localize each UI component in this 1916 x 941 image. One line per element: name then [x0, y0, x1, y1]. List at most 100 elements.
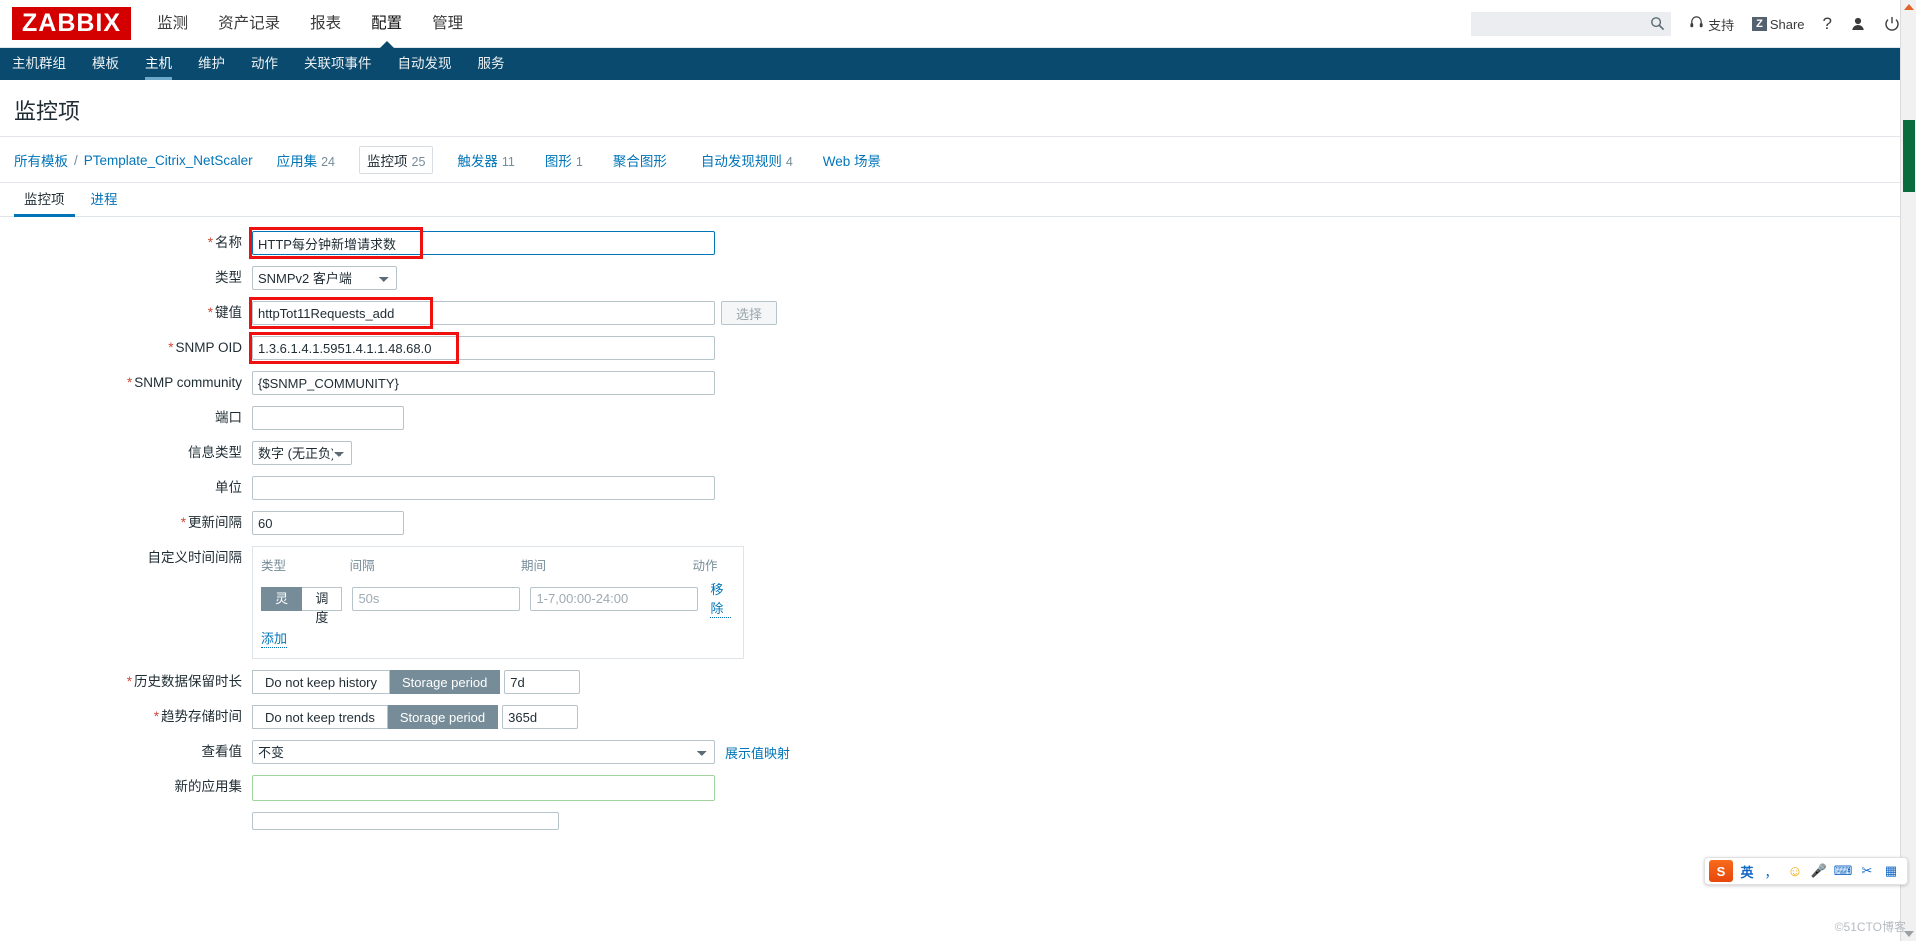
ime-emoji-icon[interactable]: ☺	[1783, 859, 1807, 883]
tab-preprocessing[interactable]: 进程	[81, 188, 128, 216]
sogou-logo-icon[interactable]: S	[1709, 860, 1733, 882]
new-application-input[interactable]	[252, 775, 715, 801]
nav-item-configuration[interactable]: 配置	[371, 0, 402, 48]
port-input[interactable]	[252, 406, 404, 430]
breadcrumb-tab-graphs[interactable]: 图形1	[539, 147, 589, 173]
field-new-application	[252, 775, 715, 801]
column-header-type: 类型	[261, 555, 350, 574]
custom-intervals-header: 类型 间隔 期间 动作	[261, 555, 731, 579]
scrollbar-thumb[interactable]	[1903, 120, 1915, 192]
breadcrumb-tab-items[interactable]: 监控项25	[359, 146, 433, 174]
form-row-history: *历史数据保留时长 Do not keep history Storage pe…	[0, 670, 1900, 694]
label-history: *历史数据保留时长	[0, 670, 252, 694]
column-header-period: 期间	[521, 555, 692, 574]
logout-icon[interactable]	[1884, 16, 1900, 32]
breadcrumb-tab-discovery-rules[interactable]: 自动发现规则4	[695, 147, 799, 173]
trends-do-not-keep-button[interactable]: Do not keep trends	[252, 705, 388, 729]
key-select-button[interactable]: 选择	[721, 301, 777, 325]
nav-item-reports[interactable]: 报表	[310, 0, 341, 48]
subnav-item-host-groups[interactable]: 主机群组	[12, 48, 66, 80]
field-value-map: 不变 展示值映射	[252, 740, 790, 764]
subnav-item-maintenance[interactable]: 维护	[198, 48, 225, 80]
breadcrumb-tab-applications[interactable]: 应用集24	[271, 147, 341, 173]
label-partial	[0, 812, 252, 836]
interval-remove-link[interactable]: 移除	[710, 579, 731, 618]
main-navigation: 监测 资产记录 报表 配置 管理	[157, 0, 493, 48]
form-row-snmp-community: *SNMP community	[0, 371, 1900, 395]
subnav-item-discovery[interactable]: 自动发现	[398, 48, 452, 80]
search-input[interactable]	[1479, 16, 1649, 32]
partial-input[interactable]	[252, 812, 559, 830]
interval-type-scheduling-button[interactable]: 调度	[302, 587, 342, 611]
type-select[interactable]: SNMPv2 客户端	[252, 266, 397, 290]
label-custom-intervals: 自定义时间间隔	[0, 546, 252, 570]
interval-add-link[interactable]: 添加	[261, 628, 287, 648]
support-link[interactable]: 支持	[1689, 15, 1734, 34]
subnav-item-actions[interactable]: 动作	[251, 48, 278, 80]
required-marker: *	[127, 674, 132, 689]
field-snmp-oid	[252, 336, 715, 360]
ime-language-icon[interactable]: 英	[1735, 859, 1759, 883]
label-type: 类型	[0, 266, 252, 290]
history-storage-period-button[interactable]: Storage period	[390, 670, 500, 694]
ime-microphone-icon[interactable]: 🎤	[1807, 859, 1831, 883]
zabbix-logo[interactable]: ZABBIX	[12, 7, 131, 40]
label-text: 新的应用集	[175, 779, 243, 794]
breadcrumb-tab-screens[interactable]: 聚合图形	[607, 147, 677, 173]
key-input[interactable]	[252, 301, 715, 325]
ime-keyboard-icon[interactable]: ⌨	[1831, 859, 1855, 883]
ime-punctuation-icon[interactable]: ，	[1759, 859, 1783, 883]
ime-toolbox-icon[interactable]: ▦	[1879, 859, 1903, 883]
scroll-up-arrow-icon[interactable]	[1904, 4, 1914, 10]
tab-count: 24	[321, 155, 335, 169]
nav-item-monitoring[interactable]: 监测	[157, 0, 188, 48]
label-text: 键值	[215, 305, 242, 320]
value-map-select[interactable]: 不变	[252, 740, 715, 764]
name-input[interactable]	[252, 231, 715, 255]
interval-delay-input[interactable]	[352, 587, 520, 611]
unit-input[interactable]	[252, 476, 715, 500]
history-do-not-keep-button[interactable]: Do not keep history	[252, 670, 390, 694]
nav-item-administration[interactable]: 管理	[432, 0, 463, 48]
help-icon[interactable]: ?	[1823, 14, 1832, 34]
interval-type-flexible-button[interactable]: 灵活	[261, 587, 302, 611]
share-badge: Z	[1752, 17, 1767, 31]
info-type-select[interactable]: 数字 (无正负)	[252, 441, 352, 465]
breadcrumb-template-name[interactable]: PTemplate_Citrix_NetScaler	[84, 153, 253, 168]
global-search[interactable]	[1471, 12, 1671, 36]
breadcrumb-tab-triggers[interactable]: 触发器11	[451, 147, 520, 173]
breadcrumb: 所有模板 / PTemplate_Citrix_NetScaler 应用集24 …	[0, 137, 1916, 183]
trends-storage-period-button[interactable]: Storage period	[388, 705, 498, 729]
nav-item-inventory[interactable]: 资产记录	[218, 0, 280, 48]
breadcrumb-all-templates[interactable]: 所有模板	[14, 150, 68, 170]
tab-label: Web 场景	[823, 154, 881, 169]
breadcrumb-tab-web-scenarios[interactable]: Web 场景	[817, 147, 891, 173]
show-value-mappings-link[interactable]: 展示值映射	[725, 743, 790, 762]
form-row-value-map: 查看值 不变 展示值映射	[0, 740, 1900, 764]
field-update-interval	[252, 511, 404, 535]
subnav-item-hosts[interactable]: 主机	[145, 48, 172, 80]
subnav-item-services[interactable]: 服务	[478, 48, 505, 80]
snmp-oid-input[interactable]	[252, 336, 715, 360]
subnav-item-templates[interactable]: 模板	[92, 48, 119, 80]
update-interval-input[interactable]	[252, 511, 404, 535]
snmp-community-input[interactable]	[252, 371, 715, 395]
form-row-key: *键值 选择	[0, 301, 1900, 325]
interval-period-input[interactable]	[530, 587, 698, 611]
label-value-map: 查看值	[0, 740, 252, 764]
trends-value-input[interactable]	[502, 705, 578, 729]
label-key: *键值	[0, 301, 252, 325]
tab-item[interactable]: 监控项	[14, 188, 75, 216]
custom-interval-row: 灵活 调度 移除	[261, 579, 731, 618]
search-icon	[1650, 16, 1665, 36]
history-value-input[interactable]	[504, 670, 580, 694]
column-header-action: 动作	[692, 555, 731, 574]
share-link[interactable]: Z Share	[1752, 17, 1804, 32]
page-header: 监控项	[0, 80, 1916, 137]
user-profile-icon[interactable]	[1850, 16, 1866, 32]
form-row-type: 类型 SNMPv2 客户端	[0, 266, 1900, 290]
subnav-item-correlation[interactable]: 关联项事件	[304, 48, 372, 80]
required-marker: *	[181, 515, 186, 530]
ime-clipboard-icon[interactable]: ✂	[1855, 859, 1879, 883]
page-scrollbar[interactable]	[1900, 0, 1916, 941]
